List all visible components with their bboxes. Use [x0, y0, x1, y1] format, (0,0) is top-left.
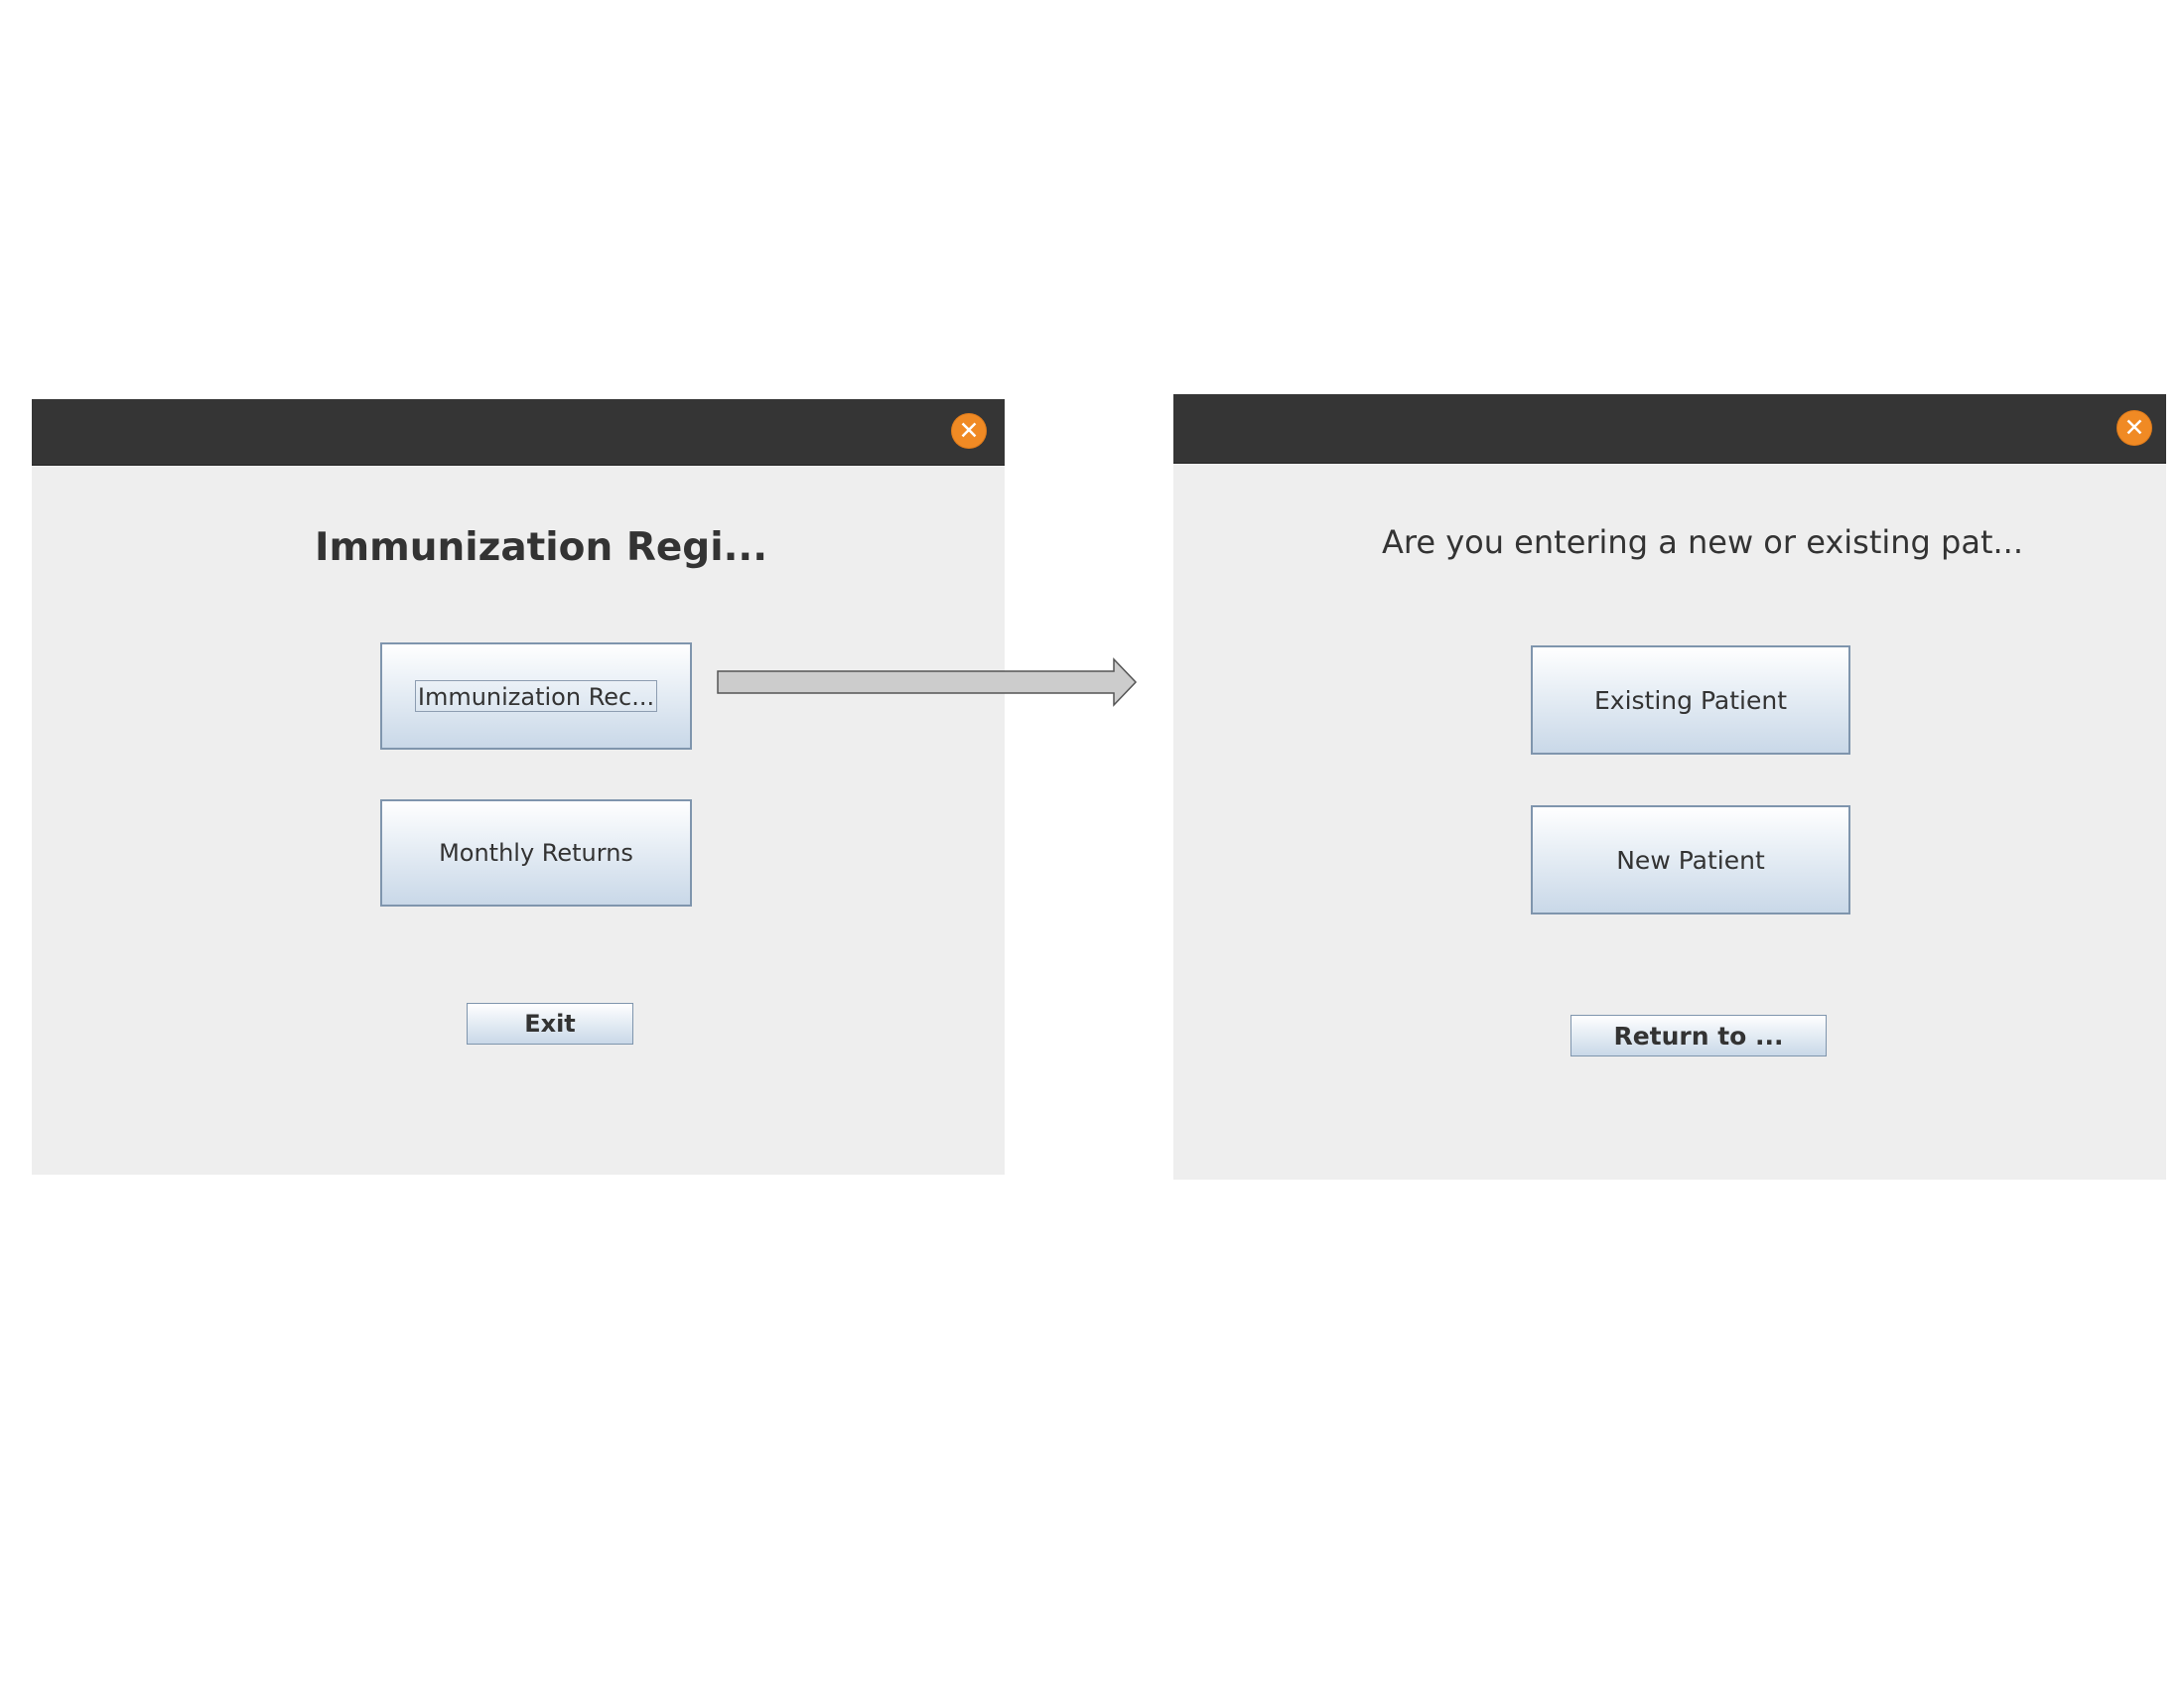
navigation-arrow [717, 657, 1138, 707]
main-menu-titlebar[interactable]: ✕ [32, 399, 1005, 466]
exit-button[interactable]: Exit [467, 1003, 633, 1045]
immunization-records-button[interactable]: Immunization Rec... [380, 642, 692, 750]
patient-type-window: ✕ Are you entering a new or existing pat… [1173, 394, 2166, 1180]
patient-type-titlebar[interactable]: ✕ [1173, 394, 2166, 464]
close-icon[interactable]: ✕ [2116, 410, 2152, 446]
new-patient-button[interactable]: New Patient [1531, 805, 1850, 914]
immunization-records-label: Immunization Rec... [414, 680, 658, 712]
app-title: Immunization Regi... [314, 525, 768, 570]
return-to-button[interactable]: Return to ... [1570, 1015, 1827, 1056]
close-icon[interactable]: ✕ [951, 413, 987, 449]
arrow-shape [717, 657, 1138, 707]
monthly-returns-button[interactable]: Monthly Returns [380, 799, 692, 907]
patient-type-question: Are you entering a new or existing pat..… [1382, 523, 2023, 561]
main-menu-window: ✕ Immunization Regi... Immunization Rec.… [32, 399, 1005, 1175]
existing-patient-button[interactable]: Existing Patient [1531, 645, 1850, 755]
